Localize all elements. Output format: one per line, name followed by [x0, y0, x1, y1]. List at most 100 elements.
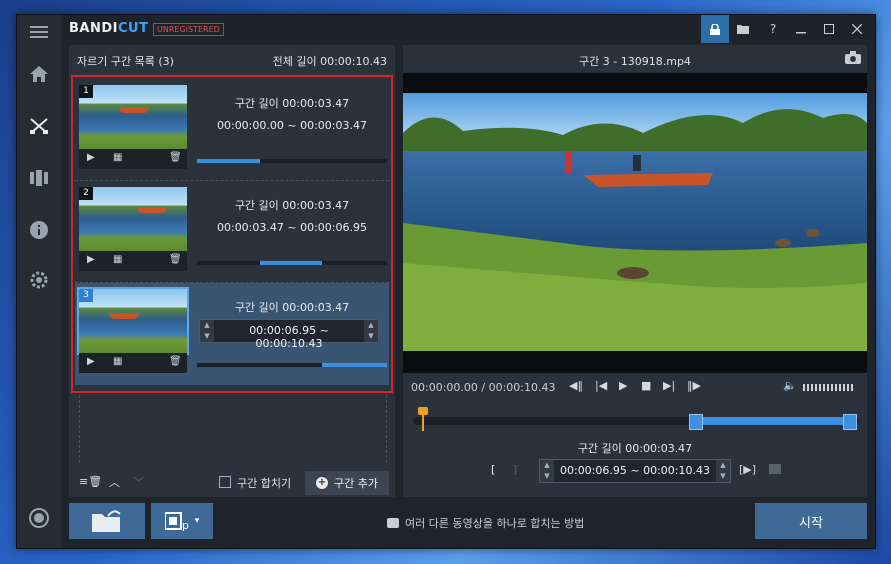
delete-icon[interactable]: 🗑	[169, 254, 182, 265]
output-format-button[interactable]: p ▾	[151, 503, 213, 539]
dropdown-icon: ▾	[194, 516, 200, 526]
lock-icon[interactable]	[701, 15, 729, 43]
timeline[interactable]	[413, 407, 859, 431]
plus-icon: +	[316, 477, 328, 489]
record-icon[interactable]	[17, 503, 61, 533]
clip-range: 00:00:00.00 ~ 00:00:03.47	[216, 119, 367, 132]
clip-range: 00:00:03.47 ~ 00:00:06.95	[216, 221, 367, 234]
join-icon[interactable]	[17, 163, 61, 193]
delete-icon[interactable]: 🗑	[169, 152, 182, 163]
set-start-icon[interactable]: [	[491, 463, 495, 476]
sidebar	[17, 15, 61, 548]
step-forward-icon[interactable]: ▶|	[663, 379, 675, 392]
video-frame	[403, 93, 867, 351]
clip-number: 3	[79, 289, 93, 302]
maximize-icon[interactable]	[815, 15, 843, 43]
set-end-icon[interactable]: ]	[513, 463, 517, 476]
clip-progress	[197, 261, 387, 265]
open-folder-icon	[92, 510, 121, 532]
end-spinner[interactable]: ▲ ▼	[364, 320, 378, 342]
close-icon[interactable]	[843, 15, 871, 43]
clip-list-panel: 자르기 구간 목록 (3) 전체 길이 00:00:10.43 1 ▶ ▦ 🗑 …	[69, 45, 395, 497]
move-down-icon[interactable]: ﹀	[133, 474, 144, 490]
clip-list-title: 자르기 구간 목록 (3)	[77, 55, 174, 68]
clip-number: 1	[79, 85, 93, 98]
clip-list-footer: ≡🗑 ︿ ﹀ 구간 합치기 + 구간 추가	[69, 469, 395, 497]
volume-slider[interactable]	[803, 384, 855, 391]
cut-icon[interactable]	[17, 111, 61, 141]
play-icon[interactable]: ▶	[87, 152, 95, 163]
stop-preview-icon[interactable]	[769, 464, 781, 474]
minimize-icon[interactable]	[787, 15, 815, 43]
playback-time: 00:00:00.00 / 00:00:10.43	[411, 381, 556, 394]
clip-progress	[197, 159, 387, 163]
next-segment-icon[interactable]: ‖▶	[687, 379, 701, 392]
clip-thumbnail	[79, 187, 187, 251]
clip-list: 1 ▶ ▦ 🗑 구간 길이 00:00:03.47 00:00:00.00 ~ …	[71, 75, 393, 393]
start-spinner[interactable]: ▲ ▼	[540, 460, 554, 482]
clip-list-empty-area	[79, 395, 387, 463]
grid-icon[interactable]: ▦	[113, 356, 122, 367]
folder-icon[interactable]	[729, 15, 757, 43]
step-back-icon[interactable]: |◀	[595, 379, 607, 392]
help-icon[interactable]: ?	[759, 15, 787, 43]
clip-progress	[197, 363, 387, 367]
merge-checkbox[interactable]: 구간 합치기	[219, 475, 291, 491]
film-icon: p	[164, 512, 189, 531]
range-editor[interactable]: ▲ ▼ 00:00:06.95 ~ 00:00:10.43 ▲ ▼	[539, 459, 731, 483]
snapshot-icon[interactable]	[845, 51, 861, 67]
range-start-handle[interactable]	[689, 414, 703, 430]
clip-item-selected[interactable]: 3 ▶ ▦ 🗑 구간 길이 00:00:03.47 ▲ ▼ 00:00:06.95…	[75, 283, 389, 385]
preview-title: 구간 3 - 130918.mp4	[579, 55, 691, 68]
range-end-handle[interactable]	[843, 414, 857, 430]
preview-panel: 구간 3 - 130918.mp4 00:00:00.00 / 00:00:10…	[403, 45, 867, 497]
clip-length: 구간 길이 00:00:03.47	[234, 301, 350, 314]
stop-icon[interactable]: ■	[641, 379, 651, 392]
total-duration: 전체 길이 00:00:10.43	[272, 55, 387, 68]
info-icon[interactable]	[17, 215, 61, 245]
clip-length: 구간 길이 00:00:03.47	[234, 97, 350, 110]
delete-icon[interactable]: 🗑	[169, 356, 182, 367]
clip-controls: ▶ ▦ 🗑	[79, 149, 187, 169]
chat-icon	[387, 518, 399, 528]
checkbox-icon[interactable]	[219, 476, 231, 488]
clip-item[interactable]: 1 ▶ ▦ 🗑 구간 길이 00:00:03.47 00:00:00.00 ~ …	[75, 79, 389, 181]
clip-range[interactable]: 00:00:06.95 ~ 00:00:10.43	[216, 324, 362, 350]
grid-icon[interactable]: ▦	[113, 254, 122, 265]
volume-icon[interactable]: 🔈	[783, 379, 797, 392]
settings-icon[interactable]	[17, 265, 61, 295]
prev-segment-icon[interactable]: ◀‖	[569, 379, 583, 392]
app-window: BANDICUT UNREGISTERED ? 자르기 구간 목록 (3) 전체…	[16, 14, 876, 549]
clip-thumbnail	[79, 85, 187, 149]
clip-range-editor[interactable]: ▲ ▼ 00:00:06.95 ~ 00:00:10.43 ▲ ▼	[199, 319, 379, 350]
play-icon[interactable]: ▶	[87, 254, 95, 265]
add-segment-button[interactable]: + 구간 추가	[305, 471, 389, 495]
move-up-icon[interactable]: ︿	[109, 474, 120, 490]
end-spinner[interactable]: ▲ ▼	[716, 460, 730, 482]
play-icon[interactable]: ▶	[87, 356, 95, 367]
clip-length: 구간 길이 00:00:03.47	[234, 199, 350, 212]
clip-list-header: 자르기 구간 목록 (3) 전체 길이 00:00:10.43	[69, 45, 395, 73]
svg-text:p: p	[182, 519, 189, 531]
start-button[interactable]: 시작	[755, 503, 867, 539]
preview-segment-icon[interactable]: [▶]	[739, 463, 756, 476]
menu-icon[interactable]	[17, 17, 61, 47]
merge-hint-link[interactable]: 여러 다른 동영상을 하나로 합치는 방법	[387, 515, 584, 531]
start-spinner[interactable]: ▲ ▼	[200, 320, 214, 342]
video-preview[interactable]	[403, 73, 867, 373]
unregistered-badge: UNREGISTERED	[153, 23, 224, 36]
title-bar: BANDICUT UNREGISTERED ?	[61, 15, 875, 43]
range-value[interactable]: 00:00:06.95 ~ 00:00:10.43	[558, 464, 712, 477]
home-icon[interactable]	[17, 59, 61, 89]
clip-thumbnail	[77, 287, 189, 355]
delete-all-icon[interactable]: ≡🗑	[79, 475, 102, 488]
segment-length: 구간 길이 00:00:03.47	[577, 442, 693, 455]
app-logo: BANDICUT	[69, 21, 149, 36]
grid-icon[interactable]: ▦	[113, 152, 122, 163]
clip-controls: ▶ ▦ 🗑	[79, 353, 187, 373]
clip-number: 2	[79, 187, 93, 200]
clip-item[interactable]: 2 ▶ ▦ 🗑 구간 길이 00:00:03.47 00:00:03.47 ~ …	[75, 181, 389, 283]
open-file-button[interactable]	[69, 503, 145, 539]
play-icon[interactable]: ▶	[619, 379, 627, 392]
clip-controls: ▶ ▦ 🗑	[79, 251, 187, 271]
